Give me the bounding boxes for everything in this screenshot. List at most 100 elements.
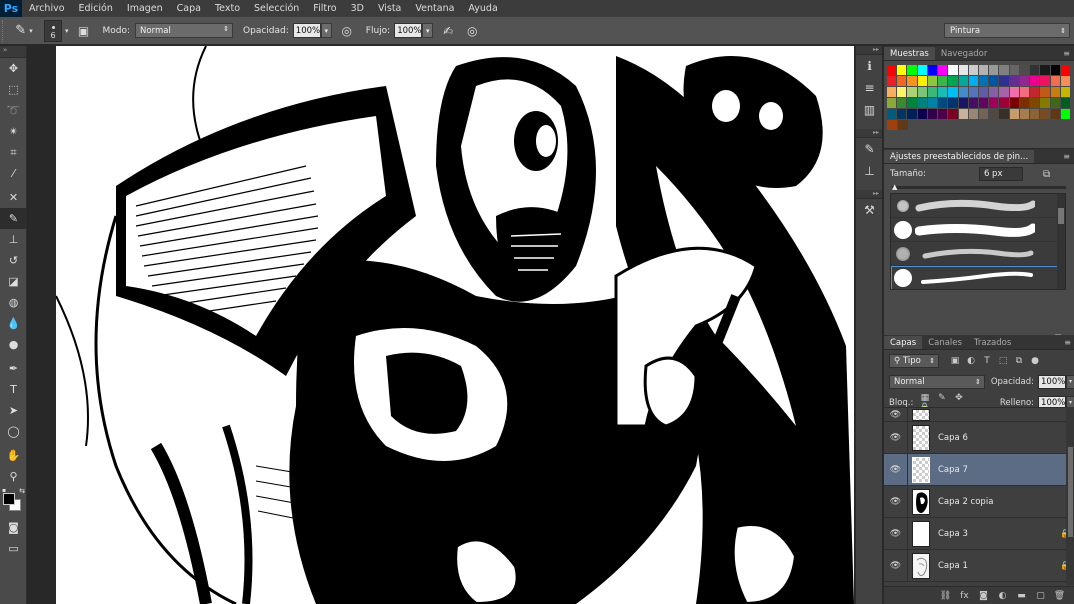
menu-ayuda[interactable]: Ayuda bbox=[461, 3, 504, 14]
color-swatch[interactable] bbox=[897, 87, 907, 97]
lasso-tool-icon[interactable]: ➰ bbox=[0, 100, 27, 121]
blur-tool-icon[interactable]: 💧 bbox=[0, 313, 27, 334]
color-swatch[interactable] bbox=[978, 109, 989, 119]
color-swatch[interactable] bbox=[978, 65, 989, 75]
color-swatch[interactable] bbox=[989, 65, 999, 75]
color-swatch[interactable] bbox=[1060, 98, 1070, 108]
color-swatch[interactable] bbox=[1019, 65, 1030, 75]
filter-adjustment-icon[interactable]: ◐ bbox=[963, 356, 979, 366]
color-swatch[interactable] bbox=[917, 65, 927, 75]
pressure-opacity-icon[interactable]: ◎ bbox=[338, 22, 356, 40]
color-swatch[interactable] bbox=[1009, 109, 1019, 119]
color-swatch[interactable] bbox=[978, 87, 989, 97]
color-swatch[interactable] bbox=[917, 109, 927, 119]
color-swatch[interactable] bbox=[1040, 76, 1050, 86]
crop-tool-icon[interactable]: ⌗ bbox=[0, 142, 27, 163]
color-swatch[interactable] bbox=[978, 98, 989, 108]
color-swatch[interactable] bbox=[907, 87, 917, 97]
filter-type-icon[interactable]: T bbox=[979, 356, 995, 366]
visibility-eye-icon[interactable]: 👁 bbox=[884, 485, 908, 518]
new-group-icon[interactable]: ▬ bbox=[1012, 591, 1031, 601]
color-swatch[interactable] bbox=[999, 98, 1009, 108]
tab-canales[interactable]: Canales bbox=[922, 336, 968, 349]
color-swatch[interactable] bbox=[1040, 98, 1050, 108]
color-swatch[interactable] bbox=[887, 120, 897, 130]
color-swatch[interactable] bbox=[938, 65, 948, 75]
layer-opacity-dropdown[interactable]: ▾ bbox=[1066, 374, 1074, 389]
link-layers-icon[interactable]: ⛓ bbox=[936, 591, 955, 601]
color-swatch[interactable] bbox=[948, 109, 958, 119]
screen-mode-icon[interactable]: ▭ bbox=[0, 538, 27, 559]
pressure-size-icon[interactable]: ◎ bbox=[463, 22, 481, 40]
brush-panel-icon[interactable]: ✎ bbox=[856, 138, 883, 160]
flow-dropdown[interactable]: ▾ bbox=[422, 23, 434, 38]
menu-seleccion[interactable]: Selección bbox=[247, 3, 306, 14]
color-swatch[interactable] bbox=[1040, 87, 1050, 97]
slider-knob[interactable]: ▲ bbox=[892, 183, 897, 191]
color-swatch[interactable] bbox=[958, 76, 968, 86]
path-selection-tool-icon[interactable]: ➤ bbox=[0, 400, 27, 421]
dodge-tool-icon[interactable]: ● bbox=[0, 334, 27, 355]
menu-capa[interactable]: Capa bbox=[170, 3, 208, 14]
color-swatch[interactable] bbox=[927, 109, 938, 119]
menu-texto[interactable]: Texto bbox=[208, 3, 247, 14]
visibility-eye-icon[interactable]: 👁 bbox=[884, 453, 908, 486]
color-swatch[interactable] bbox=[999, 76, 1009, 86]
zoom-tool-icon[interactable]: ⚲ bbox=[0, 466, 27, 487]
opacity-dropdown[interactable]: ▾ bbox=[320, 23, 332, 38]
move-tool-icon[interactable]: ✥ bbox=[0, 58, 27, 79]
color-swatch[interactable] bbox=[1030, 109, 1040, 119]
color-swatch[interactable] bbox=[897, 65, 907, 75]
color-swatch[interactable] bbox=[948, 87, 958, 97]
brush-preset-item[interactable] bbox=[891, 194, 1065, 218]
color-swatch[interactable] bbox=[907, 65, 917, 75]
color-swatch[interactable] bbox=[897, 76, 907, 86]
color-swatch[interactable] bbox=[887, 87, 897, 97]
color-swatch[interactable] bbox=[927, 87, 938, 97]
menu-archivo[interactable]: Archivo bbox=[22, 3, 72, 14]
color-swatch[interactable] bbox=[1009, 98, 1019, 108]
color-swatch[interactable] bbox=[978, 76, 989, 86]
color-swatch[interactable] bbox=[968, 76, 978, 86]
color-swatch[interactable] bbox=[1030, 65, 1040, 75]
color-swatch[interactable] bbox=[968, 109, 978, 119]
brush-preset-item[interactable] bbox=[891, 218, 1065, 242]
color-swatch[interactable] bbox=[917, 98, 927, 108]
color-swatch[interactable] bbox=[999, 109, 1009, 119]
color-swatch[interactable] bbox=[968, 65, 978, 75]
workspace-select[interactable]: Pintura ⇕ bbox=[944, 23, 1070, 38]
flow-input[interactable]: 100% bbox=[394, 23, 423, 38]
visibility-eye-icon[interactable]: 👁 bbox=[884, 421, 908, 454]
color-swatch[interactable] bbox=[999, 87, 1009, 97]
color-swatch[interactable] bbox=[958, 109, 968, 119]
color-swatch[interactable] bbox=[887, 76, 897, 86]
color-swatch[interactable] bbox=[1040, 109, 1050, 119]
color-swatch[interactable] bbox=[1009, 87, 1019, 97]
color-swatches[interactable]: ▪ ⇆ bbox=[0, 487, 27, 517]
color-swatch[interactable] bbox=[968, 98, 978, 108]
color-swatch[interactable] bbox=[1050, 76, 1060, 86]
visibility-eye-icon[interactable]: 👁 bbox=[884, 517, 908, 550]
chevron-down-icon[interactable]: ▾ bbox=[65, 27, 69, 35]
color-swatch[interactable] bbox=[989, 76, 999, 86]
collapse-handle[interactable]: ▸▸ bbox=[856, 46, 882, 55]
color-swatch[interactable] bbox=[907, 98, 917, 108]
color-swatch[interactable] bbox=[938, 87, 948, 97]
color-swatch[interactable] bbox=[968, 87, 978, 97]
marquee-tool-icon[interactable]: ⬚ bbox=[0, 79, 27, 100]
color-swatch[interactable] bbox=[1060, 76, 1070, 86]
color-swatch[interactable] bbox=[948, 65, 958, 75]
info-panel-icon[interactable]: ℹ bbox=[856, 55, 883, 77]
color-swatch[interactable] bbox=[1050, 98, 1060, 108]
color-swatch[interactable] bbox=[927, 65, 938, 75]
brush-tool-icon[interactable]: ✎ bbox=[0, 208, 27, 229]
color-swatch[interactable] bbox=[927, 98, 938, 108]
layer-row[interactable]: 👁 Capa 6 bbox=[884, 421, 1074, 454]
mode-select[interactable]: Normal ⇕ bbox=[135, 23, 234, 38]
color-swatch[interactable] bbox=[907, 109, 917, 119]
layers-scrollbar[interactable] bbox=[1066, 407, 1074, 585]
layer-row-partial[interactable]: 👁 bbox=[884, 408, 1074, 422]
histogram-panel-icon[interactable]: ▥ bbox=[856, 99, 883, 121]
color-swatch[interactable] bbox=[1030, 76, 1040, 86]
panel-menu-icon[interactable]: ≡ bbox=[1063, 47, 1074, 60]
